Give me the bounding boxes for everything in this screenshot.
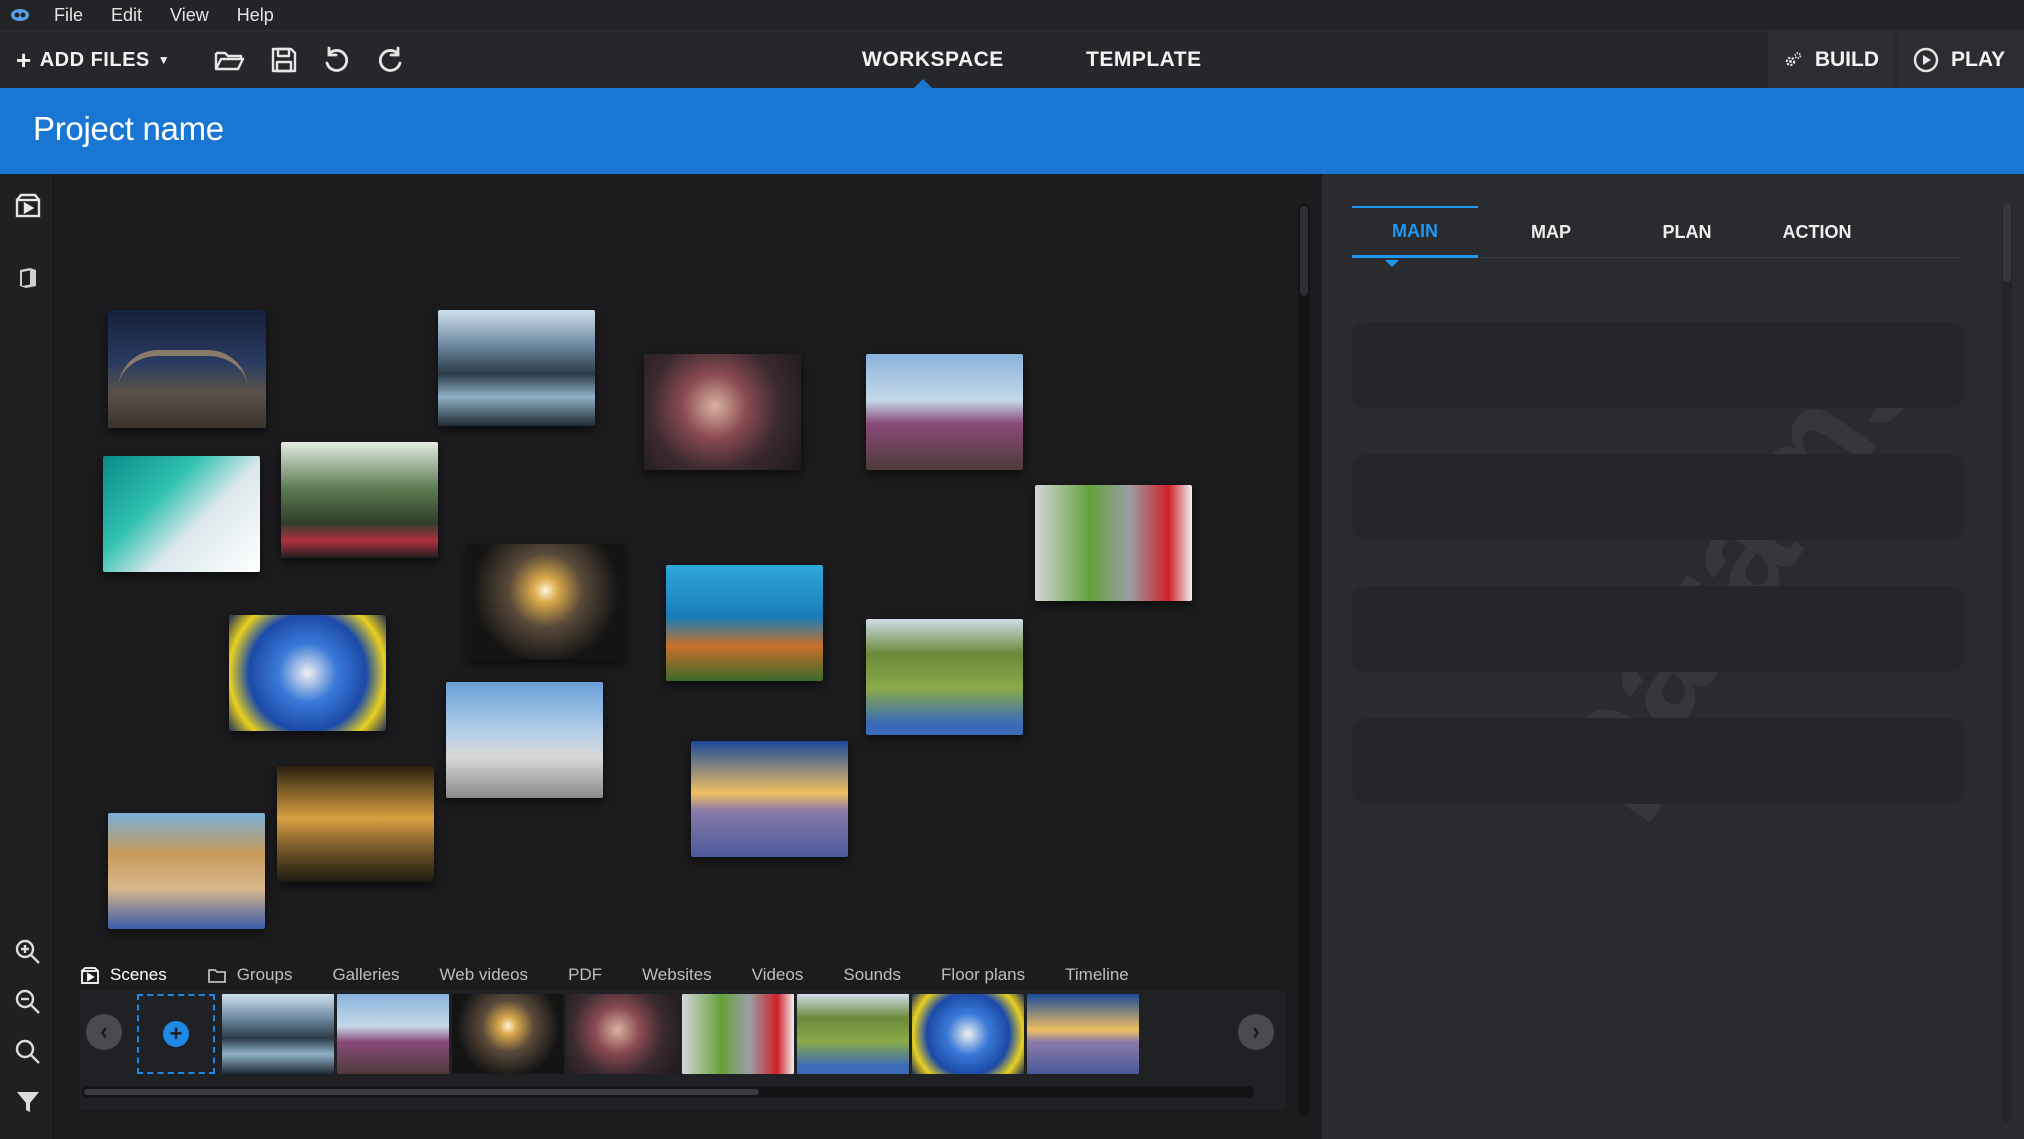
redo-icon[interactable] [372,43,408,77]
scene-thumbnail[interactable] [912,994,1024,1074]
panorama-thumbnail[interactable] [866,354,1023,470]
scene-panel-icon[interactable] [12,190,44,222]
scene-thumbnail[interactable] [682,994,794,1074]
panorama-thumbnail[interactable] [1035,485,1192,601]
param-section[interactable] [1352,586,1964,672]
project-header: Project name [0,88,2024,174]
plus-icon: + [16,45,32,75]
params-panel: params MAIN MAP PLAN ACTION [1322,174,2024,1139]
tab-web-videos[interactable]: Web videos [440,965,529,985]
param-section[interactable] [1352,322,1964,408]
param-section[interactable] [1352,454,1964,540]
scene-thumbnail[interactable] [452,994,564,1074]
play-circle-icon [1913,47,1939,73]
tab-videos[interactable]: Videos [752,965,804,985]
filmstrip-scrollbar[interactable] [82,1086,1254,1098]
chevron-right-icon[interactable]: › [1238,1014,1274,1050]
scene-thumbnail[interactable] [797,994,909,1074]
tab-websites[interactable]: Websites [642,965,712,985]
plus-icon: + [163,1021,189,1047]
build-label: BUILD [1814,48,1879,71]
zoom-out-icon[interactable] [12,986,44,1018]
panorama-thumbnail[interactable] [108,813,265,929]
param-section[interactable] [1352,718,1964,804]
panorama-thumbnail[interactable] [281,442,438,558]
undo-icon[interactable] [319,43,355,77]
tab-label: Groups [236,965,293,984]
add-files-button[interactable]: + ADD FILES ▼ [16,31,170,89]
menu-view[interactable]: View [156,5,223,26]
gears-icon [1785,52,1802,67]
add-scene-button[interactable]: + [137,994,215,1074]
add-files-label: ADD FILES [39,48,150,71]
app-logo-icon [0,0,40,30]
params-scrollbar[interactable] [2002,202,2012,1122]
scrollbar-thumb[interactable] [1300,206,1308,296]
scene-thumbnail[interactable] [567,994,679,1074]
save-icon[interactable] [266,43,302,77]
filter-icon[interactable] [12,1086,44,1118]
tab-label: Scenes [110,965,167,984]
scene-thumbnail[interactable] [337,994,449,1074]
menu-edit[interactable]: Edit [97,5,156,26]
folder-icon [207,969,226,983]
open-folder-icon[interactable] [211,43,247,77]
panorama-thumbnail[interactable] [866,619,1023,735]
book-icon[interactable] [12,262,44,294]
chevron-left-icon[interactable]: ‹ [86,1014,122,1050]
tab-galleries[interactable]: Galleries [332,965,399,985]
panorama-thumbnail[interactable] [277,766,434,882]
build-button[interactable]: BUILD [1768,31,1895,89]
scrollbar-thumb[interactable] [84,1089,759,1095]
toolbar: + ADD FILES ▼ WORKSPACE TEMPLATE BUILD P… [0,30,2024,89]
panorama-thumbnail[interactable] [229,615,386,731]
play-label: PLAY [1951,48,2006,71]
tab-timeline[interactable]: Timeline [1065,965,1129,985]
tab-pdf[interactable]: PDF [568,965,602,985]
chevron-down-icon[interactable]: ▼ [158,53,170,67]
panorama-thumbnail[interactable] [467,544,624,660]
left-sidebar [0,174,54,1139]
scene-thumbnail[interactable] [222,994,334,1074]
tab-sounds[interactable]: Sounds [843,965,901,985]
tab-main[interactable]: MAIN [1352,206,1478,258]
menu-bar: File Edit View Help [0,0,2024,30]
project-title[interactable]: Project name [33,110,224,148]
menu-file[interactable]: File [40,5,97,26]
tab-plan[interactable]: PLAN [1624,206,1750,258]
scene-thumbnail[interactable] [1027,994,1139,1074]
workspace-scrollbar[interactable] [1298,204,1310,1116]
menu-help[interactable]: Help [223,5,288,26]
scene-filmstrip: ‹ + › [80,990,1285,1110]
bottom-tabs: Scenes Groups Galleries Web videos PDF W… [80,960,1169,990]
params-tabs: MAIN MAP PLAN ACTION [1352,206,1962,258]
panorama-thumbnail[interactable] [438,310,595,426]
tab-map[interactable]: MAP [1488,206,1614,258]
zoom-in-icon[interactable] [12,936,44,968]
panorama-thumbnail[interactable] [108,310,266,428]
tab-scenes[interactable]: Scenes [80,965,167,985]
tab-floor-plans[interactable]: Floor plans [941,965,1025,985]
scrollbar-thumb[interactable] [2003,202,2011,282]
tab-action[interactable]: ACTION [1754,206,1880,258]
tab-template[interactable]: TEMPLATE [1086,31,1202,89]
scenes-icon [81,967,99,984]
tab-groups[interactable]: Groups [207,965,293,985]
panorama-thumbnail[interactable] [644,354,801,470]
search-icon[interactable] [12,1036,44,1068]
active-tab-indicator [1385,260,1399,267]
panorama-thumbnail[interactable] [666,565,823,681]
panorama-thumbnail[interactable] [103,456,260,572]
panorama-thumbnail[interactable] [691,741,848,857]
panorama-thumbnail[interactable] [446,682,603,798]
play-button[interactable]: PLAY [1897,31,2024,89]
